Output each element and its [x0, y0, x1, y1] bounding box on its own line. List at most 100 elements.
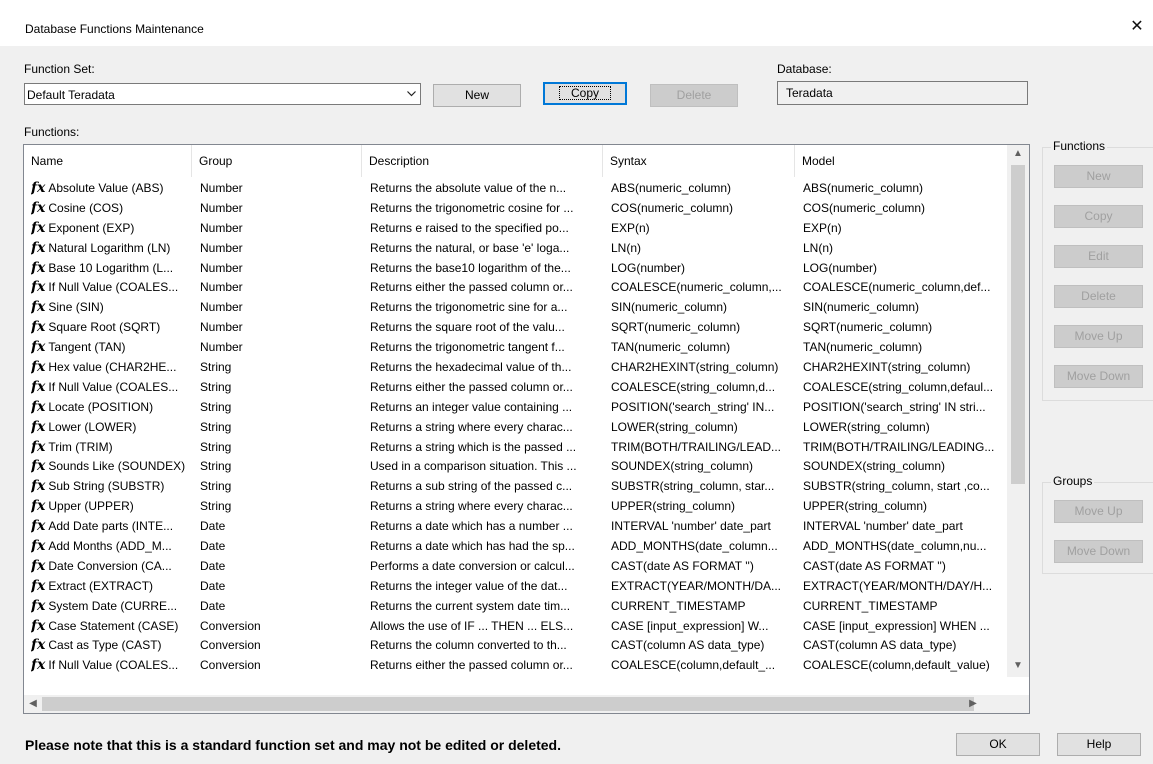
scroll-down-icon[interactable]: ▼: [1007, 657, 1029, 675]
cell-text: LN(n): [611, 240, 642, 255]
list-header: Name Group Description Syntax Model: [24, 145, 1005, 177]
table-row[interactable]: fx Sine (SIN) Number Returns the trigonomet…: [24, 297, 1005, 317]
cell-text: Returns either the passed column or...: [370, 280, 573, 295]
cell-description: Returns either the passed column or...: [370, 377, 603, 397]
table-row[interactable]: fx Add Date parts (INTE... Date Returns a d…: [24, 516, 1005, 536]
cell-syntax: EXTRACT(YEAR/MONTH/DA...: [611, 576, 795, 596]
cell-description: Returns the integer value of the dat...: [370, 576, 603, 596]
table-row[interactable]: fx Cast as Type (CAST) Conversion Returns t…: [24, 635, 1005, 655]
horizontal-scroll-thumb[interactable]: [42, 697, 974, 711]
cell-name: fx If Null Value (COALES...: [31, 377, 192, 397]
scroll-right-icon[interactable]: ▶: [964, 695, 982, 713]
table-row[interactable]: fx Square Root (SQRT) Number Returns the sq…: [24, 317, 1005, 337]
column-header-description[interactable]: Description: [362, 145, 603, 177]
horizontal-scrollbar[interactable]: ◀ ▶: [24, 695, 1029, 713]
functions-list[interactable]: Name Group Description Syntax Model fx Ab…: [23, 144, 1030, 714]
function-new-button[interactable]: New: [1054, 165, 1143, 188]
scroll-up-icon[interactable]: ▲: [1007, 145, 1029, 163]
cell-text: SIN(numeric_column): [611, 300, 728, 315]
table-row[interactable]: fx Base 10 Logarithm (L... Number Returns t…: [24, 258, 1005, 278]
cell-syntax: SQRT(numeric_column): [611, 317, 795, 337]
function-move-down-button[interactable]: Move Down: [1054, 365, 1143, 388]
cell-name: fx If Null Value (COALES...: [31, 655, 192, 675]
table-row[interactable]: fx If Null Value (COALES... Number Returns …: [24, 277, 1005, 297]
table-row[interactable]: fx Trim (TRIM) String Returns a string whic…: [24, 437, 1005, 457]
table-row[interactable]: fx Hex value (CHAR2HE... String Returns the…: [24, 357, 1005, 377]
cell-text: CURRENT_TIMESTAMP: [611, 598, 746, 613]
cell-text: COALESCE(numeric_column,def...: [803, 280, 991, 295]
cell-text: Cast as Type (CAST): [48, 638, 162, 653]
help-button[interactable]: Help: [1057, 733, 1141, 756]
database-functions-dialog: Database Functions Maintenance ✕ Functio…: [0, 0, 1153, 764]
cell-syntax: COALESCE(numeric_column,...: [611, 277, 795, 297]
table-row[interactable]: fx Locate (POSITION) String Returns an inte…: [24, 397, 1005, 417]
table-row[interactable]: fx Cosine (COS) Number Returns the trigonom…: [24, 198, 1005, 218]
cell-syntax: COALESCE(string_column,d...: [611, 377, 795, 397]
cell-syntax: EXP(n): [611, 218, 795, 238]
delete-function-set-button[interactable]: Delete: [650, 84, 738, 107]
chevron-down-icon[interactable]: [402, 84, 420, 104]
cell-group: String: [200, 456, 362, 476]
table-row[interactable]: fx If Null Value (COALES... String Returns …: [24, 377, 1005, 397]
fx-icon: fx: [31, 438, 46, 455]
group-move-up-button[interactable]: Move Up: [1054, 500, 1143, 523]
table-row[interactable]: fx Case Statement (CASE) Conversion Allows …: [24, 616, 1005, 636]
cell-text: Allows the use of IF ... THEN ... ELS...: [370, 618, 574, 633]
table-row[interactable]: fx Absolute Value (ABS) Number Returns the …: [24, 178, 1005, 198]
function-delete-button[interactable]: Delete: [1054, 285, 1143, 308]
cell-text: CHAR2HEXINT(string_column): [803, 360, 971, 375]
cell-text: LOWER(string_column): [803, 419, 930, 434]
cell-text: Number: [200, 200, 243, 215]
close-icon[interactable]: ✕: [1127, 17, 1147, 37]
table-row[interactable]: fx Date Conversion (CA... Date Performs a d…: [24, 556, 1005, 576]
table-row[interactable]: fx System Date (CURRE... Date Returns the c…: [24, 596, 1005, 616]
cell-syntax: CASE [input_expression] W...: [611, 616, 795, 636]
column-header-syntax[interactable]: Syntax: [603, 145, 795, 177]
scroll-left-icon[interactable]: ◀: [24, 695, 42, 713]
function-set-dropdown[interactable]: Default Teradata: [24, 83, 421, 105]
cell-description: Returns a string where every charac...: [370, 496, 603, 516]
new-function-set-button[interactable]: New: [433, 84, 521, 107]
database-field[interactable]: Teradata: [777, 81, 1028, 105]
cell-syntax: LN(n): [611, 238, 795, 258]
cell-name: fx Tangent (TAN): [31, 337, 192, 357]
table-row[interactable]: fx Sub String (SUBSTR) String Returns a sub…: [24, 476, 1005, 496]
cell-syntax: COALESCE(column,default_...: [611, 655, 795, 675]
fx-icon: fx: [31, 577, 46, 594]
cell-model: CASE [input_expression] WHEN ...: [803, 616, 1005, 636]
fx-icon: fx: [31, 458, 46, 475]
table-row[interactable]: fx Lower (LOWER) String Returns a string wh…: [24, 417, 1005, 437]
table-row[interactable]: fx Sounds Like (SOUNDEX) String Used in a c…: [24, 456, 1005, 476]
cell-description: Returns the current system date tim...: [370, 596, 603, 616]
cell-text: Number: [200, 300, 243, 315]
copy-function-set-button[interactable]: Copy: [543, 82, 627, 105]
cell-syntax: UPPER(string_column): [611, 496, 795, 516]
function-edit-button[interactable]: Edit: [1054, 245, 1143, 268]
cell-text: SQRT(numeric_column): [611, 320, 741, 335]
table-row[interactable]: fx Add Months (ADD_M... Date Returns a date…: [24, 536, 1005, 556]
cell-text: COALESCE(string_column,d...: [611, 379, 776, 394]
column-header-name[interactable]: Name: [24, 145, 192, 177]
vertical-scroll-thumb[interactable]: [1011, 165, 1025, 484]
cell-text: Upper (UPPER): [48, 499, 134, 514]
column-header-model[interactable]: Model: [795, 145, 1005, 177]
vertical-scrollbar[interactable]: ▲ ▼: [1007, 145, 1029, 677]
ok-button[interactable]: OK: [956, 733, 1040, 756]
cell-text: COALESCE(string_column,defaul...: [803, 379, 994, 394]
table-row[interactable]: fx Upper (UPPER) String Returns a string wh…: [24, 496, 1005, 516]
cell-text: Number: [200, 340, 243, 355]
table-row[interactable]: fx Natural Logarithm (LN) Number Returns th…: [24, 238, 1005, 258]
function-move-up-button[interactable]: Move Up: [1054, 325, 1143, 348]
table-row[interactable]: fx Extract (EXTRACT) Date Returns the integ…: [24, 576, 1005, 596]
cell-name: fx Upper (UPPER): [31, 496, 192, 516]
function-copy-button[interactable]: Copy: [1054, 205, 1143, 228]
table-row[interactable]: fx If Null Value (COALES... Conversion Retu…: [24, 655, 1005, 675]
cell-text: Date: [200, 539, 226, 554]
table-row[interactable]: fx Tangent (TAN) Number Returns the trigono…: [24, 337, 1005, 357]
cell-name: fx Square Root (SQRT): [31, 317, 192, 337]
column-header-group[interactable]: Group: [192, 145, 362, 177]
cell-text: SIN(numeric_column): [803, 300, 920, 315]
cell-group: Date: [200, 596, 362, 616]
group-move-down-button[interactable]: Move Down: [1054, 540, 1143, 563]
table-row[interactable]: fx Exponent (EXP) Number Returns e raised t…: [24, 218, 1005, 238]
